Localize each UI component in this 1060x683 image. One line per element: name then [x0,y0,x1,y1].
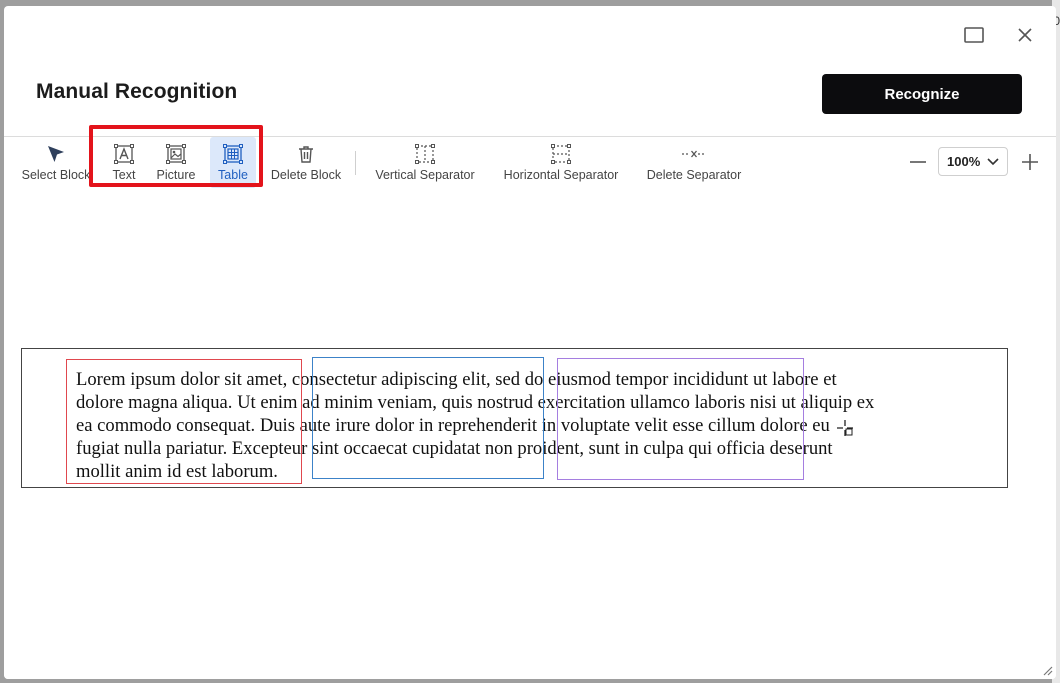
horizontal-separator-icon [550,142,572,166]
maximize-icon [964,27,984,43]
tool-table[interactable]: Table [210,137,256,188]
toolbar: Select Block Text Picture Table Delete B… [4,136,1056,189]
tool-label: Vertical Separator [375,168,475,182]
document-page: Lorem ipsum dolor sit amet, consectetur … [21,348,1008,488]
tool-text[interactable]: Text [106,137,142,188]
tool-delete-separator[interactable]: Delete Separator [642,137,746,188]
tool-label: Horizontal Separator [503,168,619,182]
dialog-title: Manual Recognition [36,80,238,103]
minus-icon [910,161,926,163]
zoom-select[interactable]: 100% [938,147,1008,176]
picture-block-icon [165,142,187,166]
tool-vertical-separator[interactable]: Vertical Separator [370,137,480,188]
maximize-button[interactable] [963,24,985,46]
text-block-icon [113,142,135,166]
tool-label: Table [218,168,248,182]
crosshair-cursor-icon [837,420,853,436]
table-block-icon [222,142,244,166]
document-canvas[interactable]: Lorem ipsum dolor sit amet, consectetur … [4,188,1056,679]
tool-horizontal-separator[interactable]: Horizontal Separator [498,137,624,188]
close-icon [1018,28,1032,42]
selection-block-table[interactable] [557,358,804,480]
vertical-separator-icon [414,142,436,166]
selection-block-picture[interactable] [312,357,544,479]
tool-label: Text [112,168,136,182]
plus-icon [1022,154,1038,170]
tool-label: Delete Separator [646,168,742,182]
tool-label: Delete Block [270,168,342,182]
chevron-down-icon [987,158,999,166]
recognize-button[interactable]: Recognize [822,74,1022,114]
trash-icon [296,142,316,166]
zoom-value: 100% [947,154,981,169]
selection-block-text[interactable] [66,359,302,484]
cursor-arrow-icon [46,142,66,166]
delete-separator-icon [681,142,707,166]
resize-grip-icon[interactable] [1041,664,1053,676]
tool-label: Picture [156,168,196,182]
zoom-out-button[interactable] [907,151,929,173]
close-button[interactable] [1014,24,1036,46]
tool-delete-block[interactable]: Delete Block [268,137,344,188]
toolbar-divider [355,151,356,175]
tool-select-block[interactable]: Select Block [19,137,93,188]
tool-label: Select Block [21,168,91,182]
manual-recognition-dialog: Manual Recognition Recognize Select Bloc… [4,6,1056,679]
zoom-in-button[interactable] [1019,151,1041,173]
tool-picture[interactable]: Picture [152,137,200,188]
